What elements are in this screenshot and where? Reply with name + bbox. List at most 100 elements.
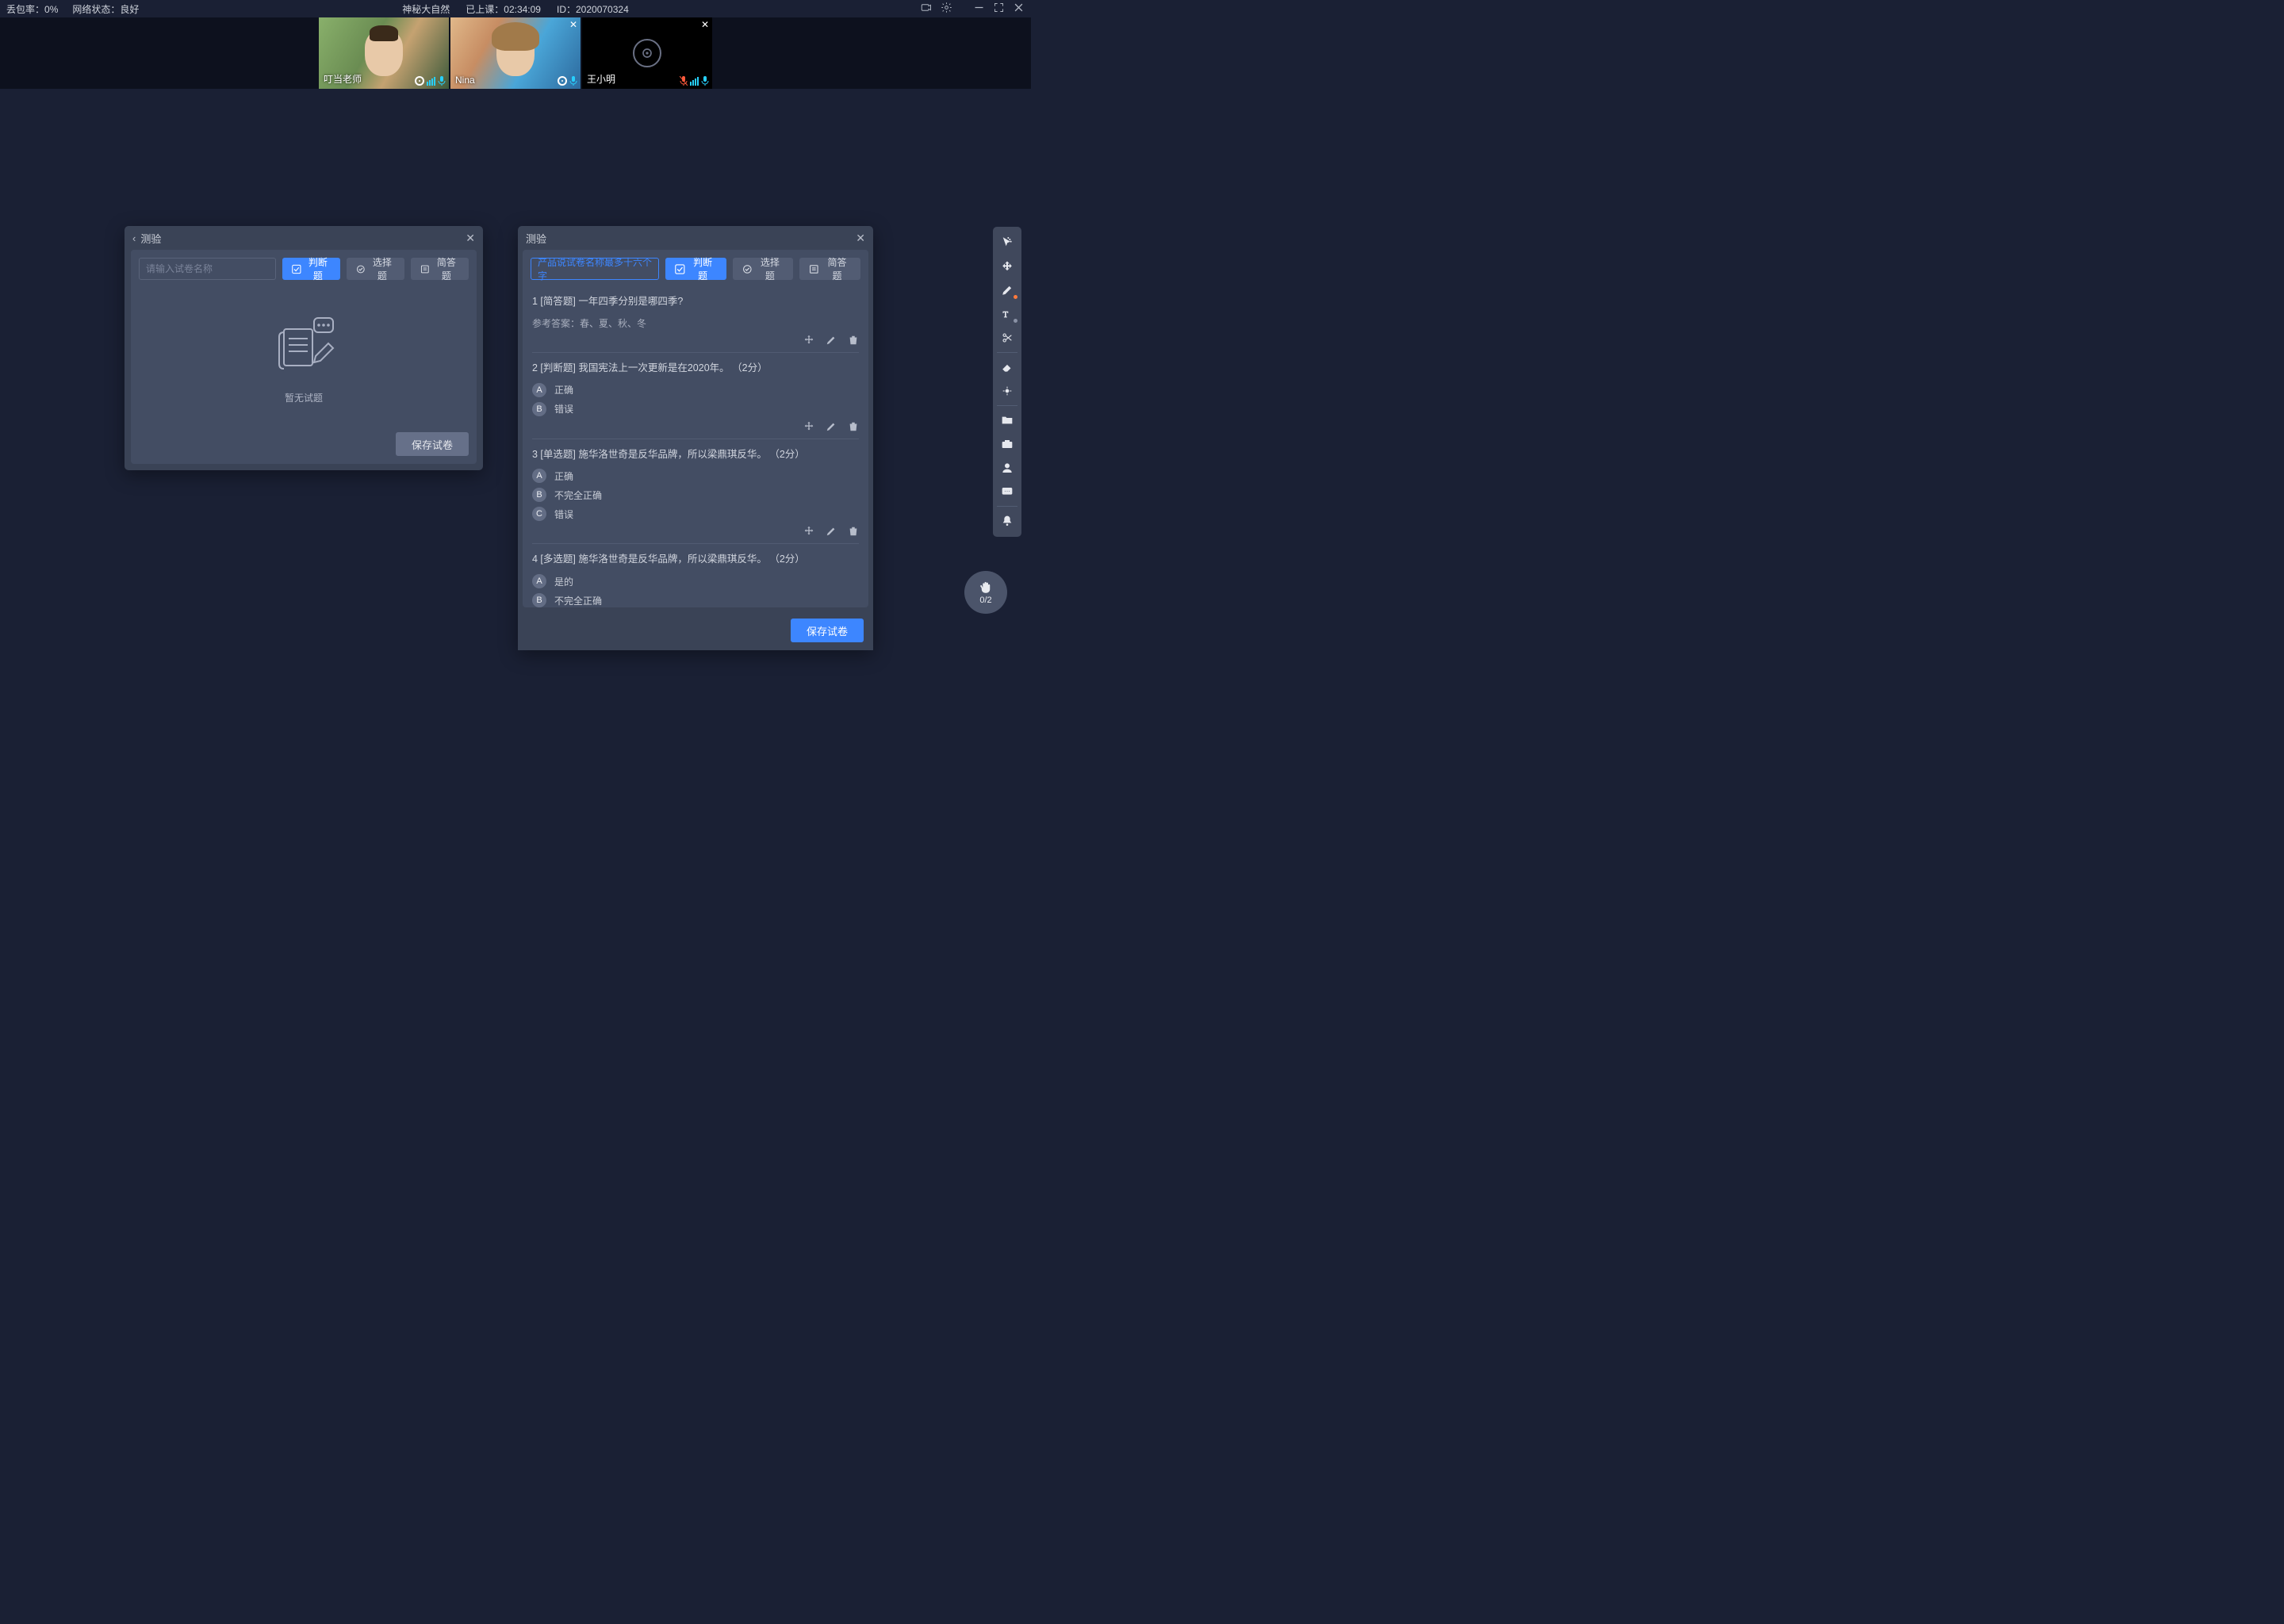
question-list[interactable]: 1 [简答题] 一年四季分别是哪四季? 参考答案：春、夏、秋、冬 2 [判断题] … bbox=[523, 286, 868, 607]
option-key: A bbox=[532, 383, 546, 397]
camera-toggle-icon[interactable] bbox=[921, 2, 933, 16]
text-tool-icon[interactable]: T bbox=[996, 303, 1018, 325]
option-row[interactable]: B不完全正确 bbox=[532, 488, 859, 502]
session-id: ID：2020070324 bbox=[557, 2, 629, 16]
option-text: 正确 bbox=[554, 469, 573, 483]
add-choice-button[interactable]: 选择题 bbox=[347, 258, 404, 280]
cursor-tool-icon[interactable] bbox=[996, 232, 1018, 254]
save-paper-button[interactable]: 保存试卷 bbox=[791, 619, 864, 642]
settings-icon[interactable] bbox=[941, 2, 952, 16]
add-choice-button[interactable]: 选择题 bbox=[733, 258, 794, 280]
option-key: B bbox=[532, 402, 546, 416]
option-text: 不完全正确 bbox=[554, 594, 602, 607]
option-row[interactable]: A是的 bbox=[532, 574, 859, 588]
eraser-tool-icon[interactable] bbox=[996, 356, 1018, 378]
empty-text: 暂无试题 bbox=[285, 391, 323, 404]
pen-tool-icon[interactable] bbox=[996, 279, 1018, 301]
empty-illustration-icon bbox=[268, 315, 339, 378]
laser-tool-icon[interactable] bbox=[996, 380, 1018, 402]
move-icon[interactable] bbox=[803, 335, 814, 346]
hand-count: 0/2 bbox=[979, 596, 991, 605]
fullscreen-icon[interactable] bbox=[993, 2, 1005, 16]
video-close-icon[interactable]: ✕ bbox=[569, 19, 577, 30]
panel-title: 测验 bbox=[140, 231, 466, 246]
folder-icon[interactable] bbox=[996, 409, 1018, 431]
add-judge-button[interactable]: 判断题 bbox=[665, 258, 726, 280]
option-key: B bbox=[532, 593, 546, 607]
question-stem: 2 [判断题] 我国宪法上一次更新是在2020年。 （2分） bbox=[532, 361, 859, 376]
edit-icon[interactable] bbox=[826, 526, 837, 537]
camera-off-icon bbox=[633, 39, 661, 67]
option-row[interactable]: B 错误 bbox=[532, 402, 859, 416]
video-tile-teacher[interactable]: 叮当老师 bbox=[319, 17, 449, 89]
add-short-answer-button[interactable]: 简答题 bbox=[411, 258, 469, 280]
video-label: 叮当老师 bbox=[324, 72, 362, 86]
quiz-panel-editor: 测验 ✕ 产品说试卷名称最多十六个字 判断题 选择题 简答题 1 [简答题] 一… bbox=[518, 226, 873, 650]
video-label: Nina bbox=[455, 75, 475, 86]
add-short-answer-button[interactable]: 简答题 bbox=[799, 258, 860, 280]
scissors-tool-icon[interactable] bbox=[996, 327, 1018, 349]
mic-icon bbox=[569, 76, 577, 86]
minimize-icon[interactable] bbox=[973, 2, 985, 16]
tool-sidebar: T bbox=[993, 227, 1021, 537]
course-title: 神秘大自然 bbox=[402, 2, 450, 16]
add-judge-button[interactable]: 判断题 bbox=[282, 258, 340, 280]
question-stem: 3 [单选题] 施华洛世奇是反华品牌，所以梁鼎琪反华。 （2分） bbox=[532, 447, 859, 462]
user-icon[interactable] bbox=[996, 457, 1018, 479]
question-actions bbox=[532, 526, 859, 537]
reference-answer: 参考答案：春、夏、秋、冬 bbox=[532, 316, 859, 330]
panel-title: 测验 bbox=[526, 231, 856, 246]
signal-icon bbox=[427, 77, 435, 86]
packet-loss: 丢包率：0% bbox=[6, 2, 58, 16]
save-paper-button[interactable]: 保存试卷 bbox=[396, 432, 469, 456]
option-key: A bbox=[532, 574, 546, 588]
question-actions bbox=[532, 335, 859, 346]
mic-icon bbox=[438, 76, 446, 86]
video-close-icon[interactable]: ✕ bbox=[701, 19, 709, 30]
bell-icon[interactable] bbox=[996, 510, 1018, 532]
video-label: 王小明 bbox=[587, 72, 615, 86]
paper-name-input[interactable] bbox=[139, 258, 276, 280]
delete-icon[interactable] bbox=[848, 421, 859, 432]
chat-icon[interactable] bbox=[996, 481, 1018, 503]
toolbox-icon[interactable] bbox=[996, 433, 1018, 455]
option-row[interactable]: A 正确 bbox=[532, 383, 859, 397]
question-item: 1 [简答题] 一年四季分别是哪四季? 参考答案：春、夏、秋、冬 bbox=[532, 286, 859, 353]
question-item: 4 [多选题] 施华洛世奇是反华品牌，所以梁鼎琪反华。 （2分） A是的 B 不完全正… bbox=[532, 544, 859, 607]
back-icon[interactable]: ‹ bbox=[132, 232, 136, 244]
raise-hand-button[interactable]: 0/2 bbox=[964, 571, 1007, 614]
move-tool-icon[interactable] bbox=[996, 255, 1018, 278]
edit-icon[interactable] bbox=[826, 335, 837, 346]
option-text: 错误 bbox=[554, 508, 573, 521]
mic-muted-icon bbox=[680, 76, 688, 86]
option-text: 正确 bbox=[554, 383, 573, 396]
signal-icon bbox=[690, 77, 699, 86]
option-text: 错误 bbox=[554, 402, 573, 416]
option-row[interactable]: B 不完全正确 bbox=[532, 593, 859, 607]
question-stem: 1 [简答题] 一年四季分别是哪四季? bbox=[532, 294, 859, 309]
video-tile-student-2[interactable]: ✕ 王小明 bbox=[582, 17, 712, 89]
option-row[interactable]: A 正确 bbox=[532, 469, 859, 483]
close-icon[interactable] bbox=[1013, 2, 1025, 16]
webcam-icon bbox=[415, 76, 424, 86]
edit-icon[interactable] bbox=[826, 421, 837, 432]
question-stem: 4 [多选题] 施华洛世奇是反华品牌，所以梁鼎琪反华。 （2分） bbox=[532, 552, 859, 567]
option-key: A bbox=[532, 469, 546, 483]
delete-icon[interactable] bbox=[848, 335, 859, 346]
close-icon[interactable]: ✕ bbox=[466, 232, 475, 245]
close-icon[interactable]: ✕ bbox=[856, 232, 865, 245]
mic-icon bbox=[701, 76, 709, 86]
move-icon[interactable] bbox=[803, 421, 814, 432]
video-tile-student-1[interactable]: ✕ Nina bbox=[450, 17, 581, 89]
move-icon[interactable] bbox=[803, 526, 814, 537]
delete-icon[interactable] bbox=[848, 526, 859, 537]
paper-name-display[interactable]: 产品说试卷名称最多十六个字 bbox=[531, 258, 659, 280]
elapsed-time: 已上课：02:34:09 bbox=[466, 2, 541, 16]
question-item: 2 [判断题] 我国宪法上一次更新是在2020年。 （2分） A 正确 B 错误 bbox=[532, 353, 859, 439]
option-text: 不完全正确 bbox=[554, 488, 602, 502]
question-actions bbox=[532, 421, 859, 432]
quiz-panel-empty: ‹ 测验 ✕ 判断题 选择题 简答题 bbox=[125, 226, 483, 470]
webcam-icon bbox=[558, 76, 567, 86]
option-row[interactable]: C错误 bbox=[532, 507, 859, 521]
empty-state: 暂无试题 bbox=[131, 286, 477, 432]
